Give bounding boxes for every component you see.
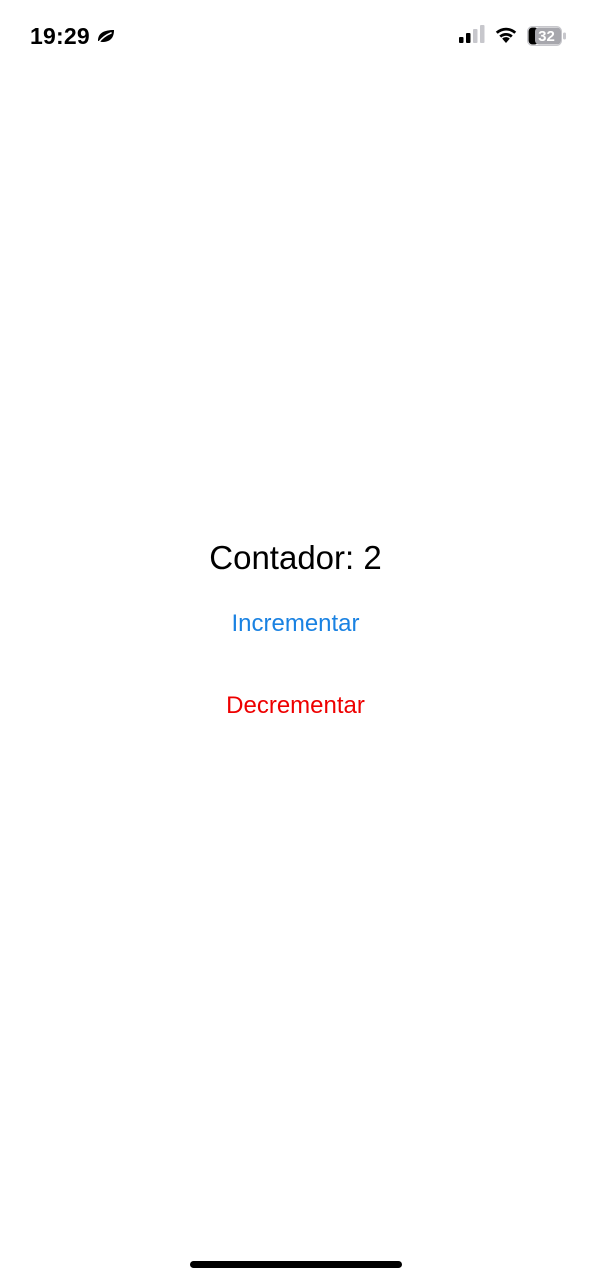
status-left: 19:29 bbox=[30, 22, 116, 50]
main-content: Contador: 2 Incrementar Decrementar bbox=[0, 530, 591, 723]
increment-button[interactable]: Incrementar bbox=[231, 607, 359, 641]
wifi-icon bbox=[494, 25, 518, 48]
home-indicator[interactable] bbox=[190, 1261, 402, 1268]
status-bar: 19:29 32 bbox=[0, 0, 591, 72]
counter-label: Contador: 2 bbox=[209, 539, 382, 576]
decrement-button[interactable]: Decrementar bbox=[226, 689, 365, 723]
battery-icon: 32 bbox=[527, 26, 567, 46]
leaf-icon bbox=[96, 28, 116, 44]
status-time: 19:29 bbox=[30, 22, 90, 49]
status-right: 32 bbox=[459, 22, 567, 50]
battery-level: 32 bbox=[538, 27, 555, 45]
cellular-signal-icon bbox=[459, 24, 485, 48]
